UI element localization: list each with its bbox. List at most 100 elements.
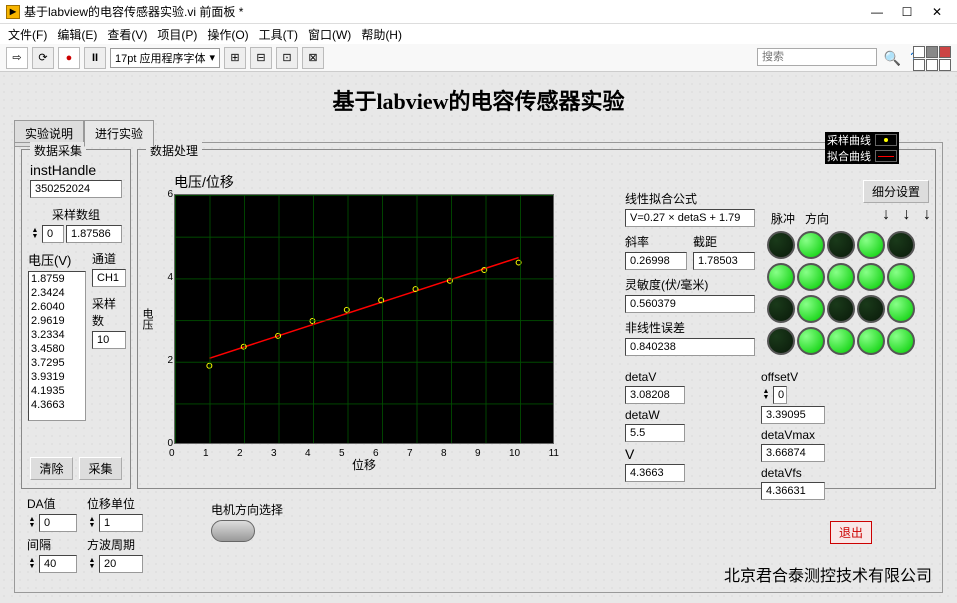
- voltage-item[interactable]: 3.9319: [29, 370, 85, 384]
- pause-button[interactable]: II: [84, 47, 106, 69]
- gap-value[interactable]: 40: [39, 555, 77, 573]
- da-value[interactable]: 0: [39, 514, 77, 532]
- voltage-item[interactable]: 4.3663: [29, 398, 85, 412]
- samples-label: 采样数组: [30, 206, 122, 223]
- search-icon[interactable]: 🔍: [884, 50, 901, 67]
- led[interactable]: [767, 295, 795, 323]
- abort-button[interactable]: ●: [58, 47, 80, 69]
- led[interactable]: [827, 327, 855, 355]
- period-spinner[interactable]: ▲▼: [87, 558, 97, 570]
- motor-dir-toggle[interactable]: [211, 520, 255, 542]
- inst-handle-value[interactable]: 350252024: [30, 180, 122, 198]
- voltage-item[interactable]: 2.3424: [29, 286, 85, 300]
- menu-operate[interactable]: 操作(O): [203, 26, 252, 43]
- intercept-label: 截距: [693, 233, 755, 250]
- clear-button[interactable]: 清除: [30, 457, 73, 480]
- led[interactable]: [767, 263, 795, 291]
- x-axis-label: 位移: [352, 456, 376, 473]
- chart-svg: [175, 195, 553, 444]
- search-input[interactable]: [757, 48, 877, 66]
- reorder-button[interactable]: ⊠: [302, 47, 324, 69]
- tab-run[interactable]: 进行实验: [84, 120, 154, 147]
- y-axis: 6420: [153, 189, 173, 449]
- menu-window[interactable]: 窗口(W): [304, 26, 355, 43]
- exit-button[interactable]: 退出: [830, 521, 872, 544]
- offsetv-spinner[interactable]: ▲▼: [761, 389, 771, 401]
- led[interactable]: [767, 231, 795, 259]
- led[interactable]: [767, 327, 795, 355]
- channel-value[interactable]: CH1: [92, 269, 126, 287]
- led[interactable]: [857, 231, 885, 259]
- led[interactable]: [857, 295, 885, 323]
- unit-label: 位移单位: [87, 495, 143, 512]
- led-row: [767, 263, 939, 291]
- icon-palette[interactable]: [913, 46, 951, 71]
- fit-formula-label: 线性拟合公式: [625, 190, 755, 207]
- chart-title: 电压/位移: [174, 172, 594, 192]
- da-spinner[interactable]: ▲▼: [27, 517, 37, 529]
- align-button[interactable]: ⊞: [224, 47, 246, 69]
- voltage-item[interactable]: 1.8759: [29, 272, 85, 286]
- samples-idx-spinner[interactable]: ▲▼: [30, 228, 40, 240]
- menu-project[interactable]: 项目(P): [153, 26, 201, 43]
- menu-edit[interactable]: 编辑(E): [53, 26, 101, 43]
- led[interactable]: [887, 295, 915, 323]
- led[interactable]: [857, 327, 885, 355]
- led[interactable]: [827, 231, 855, 259]
- menu-view[interactable]: 查看(V): [103, 26, 151, 43]
- led[interactable]: [797, 263, 825, 291]
- detail-button[interactable]: 细分设置: [863, 180, 929, 203]
- samples-idx[interactable]: 0: [42, 225, 64, 243]
- v-value: 4.3663: [625, 464, 685, 482]
- menu-help[interactable]: 帮助(H): [357, 26, 406, 43]
- voltage-item[interactable]: 3.2334: [29, 328, 85, 342]
- titlebar: ▶ 基于labview的电容传感器实验.vi 前面板 * — ☐ ✕: [0, 0, 957, 24]
- voltage-item[interactable]: 3.4580: [29, 342, 85, 356]
- y-axis-label: 电压: [139, 308, 155, 330]
- led[interactable]: [887, 263, 915, 291]
- voltage-item[interactable]: 3.7295: [29, 356, 85, 370]
- chart-legend: 采样曲线 拟合曲线: [825, 132, 899, 164]
- led[interactable]: [857, 263, 885, 291]
- maximize-button[interactable]: ☐: [893, 2, 921, 22]
- run-cont-button[interactable]: ⟳: [32, 47, 54, 69]
- led[interactable]: [827, 263, 855, 291]
- sensitivity-label: 灵敏度(伏/毫米): [625, 276, 755, 293]
- menu-tools[interactable]: 工具(T): [255, 26, 302, 43]
- gap-label: 间隔: [27, 536, 77, 553]
- offsetv-label: offsetV: [761, 370, 825, 384]
- distribute-button[interactable]: ⊟: [250, 47, 272, 69]
- led-row: [767, 231, 939, 259]
- close-button[interactable]: ✕: [923, 2, 951, 22]
- minimize-button[interactable]: —: [863, 2, 891, 22]
- voltage-item[interactable]: 4.1935: [29, 384, 85, 398]
- collect-button[interactable]: 采集: [79, 457, 122, 480]
- voltage-item[interactable]: 2.6040: [29, 300, 85, 314]
- led-row: [767, 327, 939, 355]
- font-selector[interactable]: 17pt 应用程序字体▾: [110, 48, 220, 68]
- led[interactable]: [887, 231, 915, 259]
- run-button[interactable]: ⇨: [6, 47, 28, 69]
- led[interactable]: [797, 327, 825, 355]
- count-value[interactable]: 10: [92, 331, 126, 349]
- voltage-label: 电压(V): [28, 250, 86, 269]
- led[interactable]: [887, 327, 915, 355]
- group-acquisition-label: 数据采集: [30, 142, 86, 159]
- voltage-list[interactable]: 1.87592.34242.60402.96193.23343.45803.72…: [28, 271, 86, 421]
- voltage-item[interactable]: 2.9619: [29, 314, 85, 328]
- led[interactable]: [797, 295, 825, 323]
- v-label: V: [625, 446, 755, 462]
- dir-label: 方向: [805, 210, 829, 227]
- period-value[interactable]: 20: [99, 555, 143, 573]
- chart-plot[interactable]: 6420 电压 01234567891011 位移: [174, 194, 554, 444]
- led[interactable]: [827, 295, 855, 323]
- menu-file[interactable]: 文件(F): [4, 26, 51, 43]
- led[interactable]: [797, 231, 825, 259]
- unit-spinner[interactable]: ▲▼: [87, 517, 97, 529]
- front-panel: 基于labview的电容传感器实验 实验说明 进行实验 数据采集 instHan…: [0, 72, 957, 603]
- gap-spinner[interactable]: ▲▼: [27, 558, 37, 570]
- resize-button[interactable]: ⊡: [276, 47, 298, 69]
- detavmax-value: 3.66874: [761, 444, 825, 462]
- unit-value[interactable]: 1: [99, 514, 143, 532]
- offsetv-idx[interactable]: 0: [773, 386, 787, 404]
